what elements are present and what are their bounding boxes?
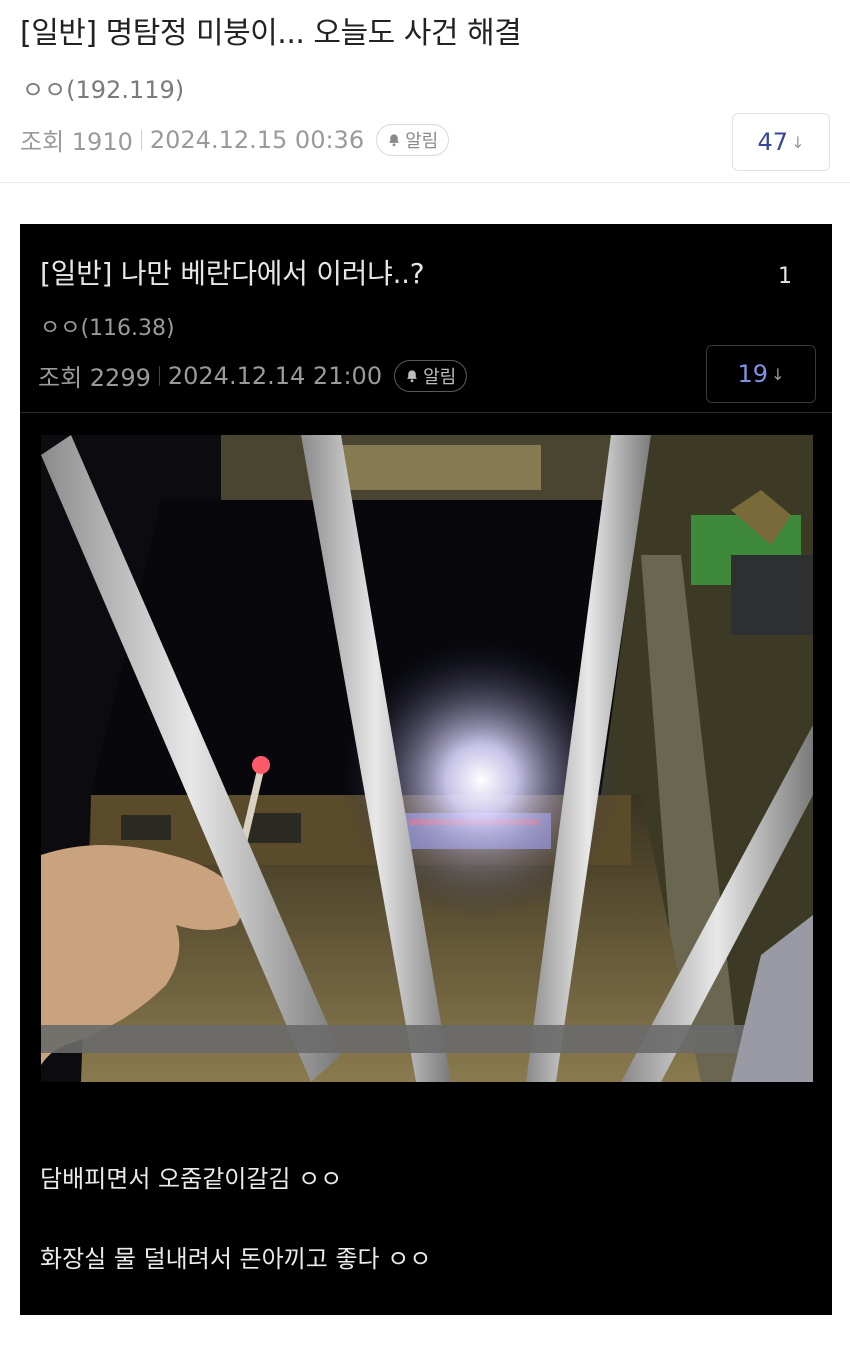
embedded-post-author: ㅇㅇ(116.38) bbox=[40, 316, 175, 341]
embedded-post-meta: 조회 2299 2024.12.14 21:00 알림 bbox=[38, 358, 468, 393]
embedded-post-image: [일반] 나만 베란다에서 이러냐..? 1 ㅇㅇ(116.38) 조회 229… bbox=[20, 224, 832, 1315]
post-author[interactable]: ㅇㅇ(192.119) bbox=[22, 70, 184, 105]
comment-count-button[interactable]: 47 ↓ bbox=[732, 113, 830, 171]
embedded-alarm-button: 알림 bbox=[394, 359, 468, 392]
alarm-label: 알림 bbox=[405, 130, 439, 152]
post-datetime: 2024.12.15 00:36 bbox=[149, 125, 365, 154]
embedded-view-count: 조회 2299 bbox=[38, 364, 151, 392]
arrow-down-icon: ↓ bbox=[791, 132, 805, 152]
alarm-label: 알림 bbox=[423, 366, 457, 388]
post-header: [일반] 명탐정 미붕이... 오늘도 사건 해결 ㅇㅇ(192.119) 조회… bbox=[0, 0, 850, 183]
embedded-body-line-2: 화장실 물 덜내려서 돈아끼고 좋다 ㅇㅇ bbox=[40, 1245, 432, 1273]
post-meta: 조회 1910 2024.12.15 00:36 알림 bbox=[20, 122, 450, 157]
post-title[interactable]: [일반] 명탐정 미붕이... 오늘도 사건 해결 bbox=[20, 8, 522, 52]
balcony-photo-illustration bbox=[41, 435, 813, 1082]
embedded-post-datetime: 2024.12.14 21:00 bbox=[167, 361, 383, 390]
arrow-down-icon: ↓ bbox=[771, 364, 785, 384]
view-count: 조회 1910 bbox=[20, 128, 133, 156]
embedded-body-line-1: 담배피면서 오줌같이갈김 ㅇㅇ bbox=[40, 1165, 343, 1193]
embedded-comment-count: 19 ↓ bbox=[706, 345, 816, 403]
alarm-button[interactable]: 알림 bbox=[376, 123, 450, 156]
meta-divider bbox=[158, 365, 160, 386]
bell-icon bbox=[389, 133, 400, 146]
comment-count: 47 bbox=[757, 128, 789, 156]
embedded-post-number: 1 bbox=[778, 264, 792, 289]
bell-icon bbox=[407, 369, 418, 382]
embedded-post-title: [일반] 나만 베란다에서 이러냐..? bbox=[40, 257, 425, 290]
divider bbox=[20, 412, 832, 413]
balcony-night-photo bbox=[41, 435, 813, 1082]
meta-divider bbox=[140, 129, 142, 150]
comment-count: 19 bbox=[737, 360, 769, 388]
